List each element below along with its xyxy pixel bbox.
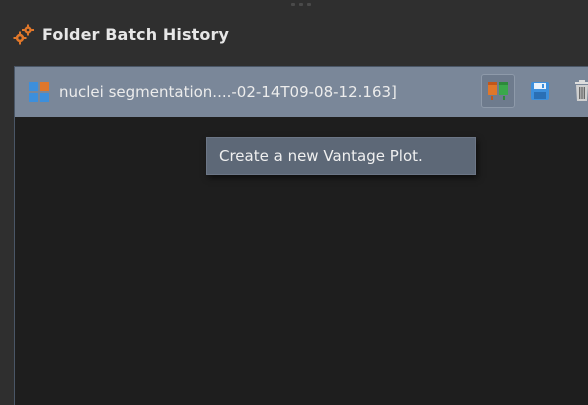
- batch-grid-icon: [29, 82, 49, 102]
- batch-item-label: nuclei segmentation....-02-14T09-08-12.1…: [59, 83, 397, 101]
- resize-grip[interactable]: [286, 1, 316, 7]
- vantage-plot-icon: [488, 82, 508, 100]
- delete-button[interactable]: [565, 74, 588, 108]
- tooltip: Create a new Vantage Plot.: [206, 137, 476, 175]
- folder-batch-history-window: Folder Batch History nuclei segmentation…: [0, 0, 588, 405]
- panel-header: Folder Batch History: [12, 18, 229, 50]
- floppy-disk-icon: [531, 82, 549, 100]
- create-vantage-plot-button[interactable]: [481, 74, 515, 108]
- trash-icon: [575, 80, 588, 101]
- batch-item-actions: [481, 74, 588, 108]
- panel-title: Folder Batch History: [42, 24, 229, 44]
- tooltip-text: Create a new Vantage Plot.: [219, 147, 423, 165]
- save-button[interactable]: [523, 74, 557, 108]
- batch-list-item[interactable]: nuclei segmentation....-02-14T09-08-12.1…: [15, 67, 588, 117]
- gear-icon: [13, 24, 34, 45]
